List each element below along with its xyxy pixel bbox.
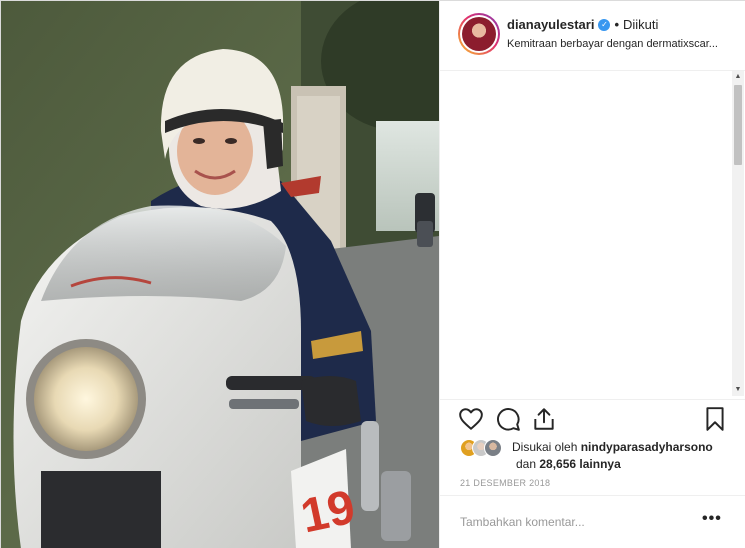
verified-badge-icon: ✓ <box>598 18 611 31</box>
scroll-down-arrow-icon[interactable]: ▼ <box>732 384 744 396</box>
follow-status-button[interactable]: Diikuti <box>623 17 658 32</box>
liked-by-prefix: Disukai oleh <box>512 440 581 454</box>
likes-summary: Disukai oleh nindyparasadyharsono dan 28… <box>460 437 745 473</box>
liker-avatar <box>484 439 502 457</box>
scroll-thumb[interactable] <box>734 85 742 165</box>
sponsor-brand-link[interactable]: dermatixscar... <box>646 38 718 50</box>
paid-partnership-prefix: Kemitraan berbayar dengan <box>507 38 647 50</box>
svg-text:19: 19 <box>296 481 359 544</box>
comments-scrollbar[interactable]: ▲ ▼ <box>732 71 744 396</box>
likes-others-label: lainnya <box>576 457 621 471</box>
instagram-post: 19 dianayulestari ✓ • Diikuti Kemitraan … <box>0 0 745 548</box>
liked-by-line: Disukai oleh nindyparasadyharsono <box>512 440 713 454</box>
comment-button[interactable] <box>495 406 521 432</box>
share-upload-icon <box>534 408 554 430</box>
post-date[interactable]: 21 DESEMBER 2018 <box>460 478 550 488</box>
likes-count-line[interactable]: dan 28,656 lainnya <box>516 457 621 471</box>
bookmark-icon <box>706 407 724 431</box>
username-link[interactable]: dianayulestari <box>507 17 594 32</box>
username-line: dianayulestari ✓ • Diikuti <box>507 17 658 32</box>
post-photo-illustration: 19 <box>1 1 439 548</box>
likes-count: 28,656 <box>539 457 577 471</box>
save-button[interactable] <box>702 406 728 432</box>
add-comment-bar: ••• <box>440 495 745 548</box>
avatar[interactable] <box>458 13 500 55</box>
separator-dot: • <box>614 17 619 32</box>
post-photo[interactable]: 19 <box>1 1 439 548</box>
speech-bubble-icon <box>497 408 520 431</box>
more-options-ellipsis-icon[interactable]: ••• <box>702 510 722 528</box>
scroll-up-arrow-icon[interactable]: ▲ <box>732 71 744 83</box>
likes-and-prefix: dan <box>516 457 540 471</box>
post-header: dianayulestari ✓ • Diikuti Kemitraan ber… <box>440 1 745 71</box>
action-bar <box>440 399 745 439</box>
like-button[interactable] <box>458 406 484 432</box>
avatar-image <box>462 17 496 51</box>
share-button[interactable] <box>531 406 557 432</box>
post-side-panel: dianayulestari ✓ • Diikuti Kemitraan ber… <box>439 1 745 548</box>
liker-username-link[interactable]: nindyparasadyharsono <box>581 440 713 454</box>
comments-area[interactable]: ▲ ▼ <box>440 71 745 396</box>
heart-outline-icon <box>459 408 483 430</box>
comment-input[interactable] <box>460 513 680 531</box>
paid-partnership-label: Kemitraan berbayar dengan dermatixscar..… <box>507 38 727 50</box>
liker-avatars[interactable] <box>460 439 508 459</box>
avatar-ring <box>460 15 498 53</box>
